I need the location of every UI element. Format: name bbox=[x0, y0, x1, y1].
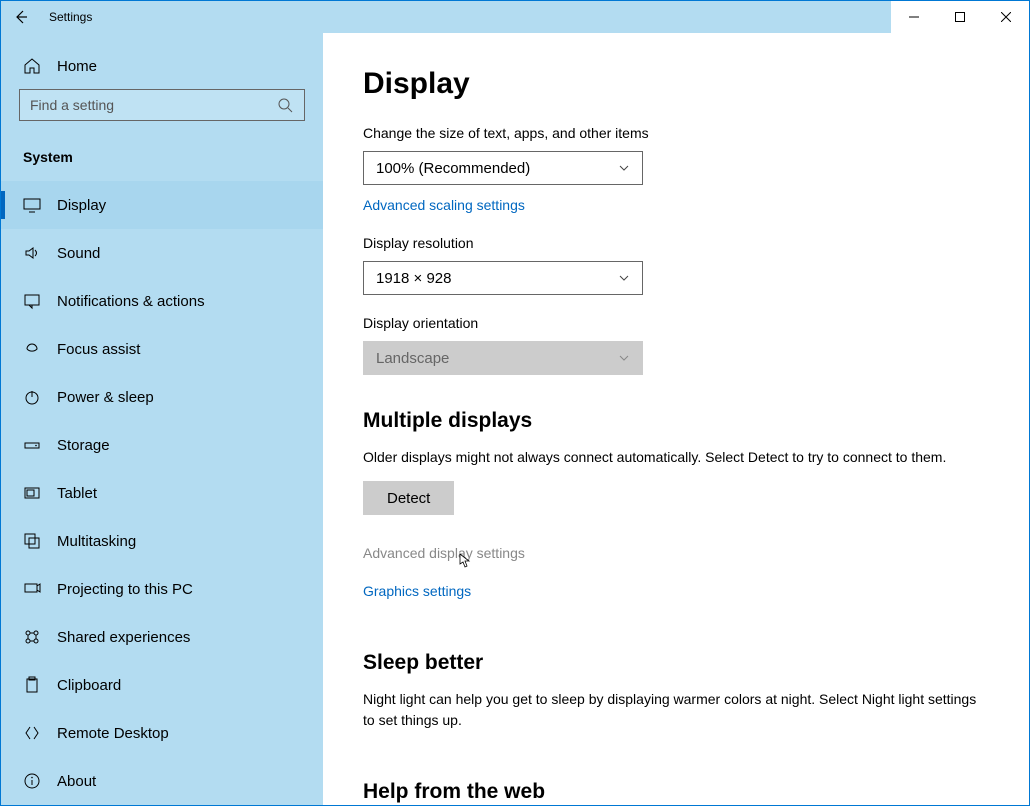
sidebar-item-project[interactable]: Projecting to this PC bbox=[1, 565, 323, 613]
back-button[interactable] bbox=[1, 1, 41, 33]
multitasking-icon bbox=[23, 532, 41, 550]
sidebar-item-label: Multitasking bbox=[57, 533, 136, 550]
sidebar-item-display[interactable]: Display bbox=[1, 181, 323, 229]
storage-icon bbox=[23, 436, 41, 454]
window-controls bbox=[891, 1, 1029, 33]
sidebar-item-label: Storage bbox=[57, 437, 110, 454]
sidebar-item-focus[interactable]: Focus assist bbox=[1, 325, 323, 373]
focus-icon bbox=[23, 340, 41, 358]
home-label: Home bbox=[57, 58, 97, 75]
sidebar-item-label: Display bbox=[57, 197, 106, 214]
chevron-down-icon bbox=[618, 272, 630, 284]
sidebar-item-storage[interactable]: Storage bbox=[1, 421, 323, 469]
clipboard-icon bbox=[23, 676, 41, 694]
sidebar-item-label: Tablet bbox=[57, 485, 97, 502]
minimize-button[interactable] bbox=[891, 1, 937, 33]
notifications-icon bbox=[23, 292, 41, 310]
sidebar-item-remote[interactable]: Remote Desktop bbox=[1, 709, 323, 757]
sleep-better-heading: Sleep better bbox=[363, 651, 989, 675]
close-button[interactable] bbox=[983, 1, 1029, 33]
sidebar-item-label: Shared experiences bbox=[57, 629, 190, 646]
orientation-label: Display orientation bbox=[363, 315, 989, 331]
search-icon bbox=[276, 96, 294, 114]
power-icon bbox=[23, 388, 41, 406]
sidebar-item-power[interactable]: Power & sleep bbox=[1, 373, 323, 421]
multiple-displays-heading: Multiple displays bbox=[363, 409, 989, 433]
sidebar-item-label: Sound bbox=[57, 245, 100, 262]
scale-label: Change the size of text, apps, and other… bbox=[363, 125, 989, 141]
maximize-button[interactable] bbox=[937, 1, 983, 33]
page-title: Display bbox=[363, 67, 989, 101]
display-icon bbox=[23, 196, 41, 214]
resolution-dropdown[interactable]: 1918 × 928 bbox=[363, 261, 643, 295]
category-title: System bbox=[1, 139, 323, 181]
resolution-value: 1918 × 928 bbox=[376, 270, 452, 287]
sidebar-item-notifications[interactable]: Notifications & actions bbox=[1, 277, 323, 325]
graphics-settings-link[interactable]: Graphics settings bbox=[363, 583, 471, 599]
remote-icon bbox=[23, 724, 41, 742]
sidebar-item-tablet[interactable]: Tablet bbox=[1, 469, 323, 517]
tablet-icon bbox=[23, 484, 41, 502]
sidebar-item-label: Power & sleep bbox=[57, 389, 154, 406]
sidebar-item-label: Notifications & actions bbox=[57, 293, 205, 310]
sidebar-item-shared[interactable]: Shared experiences bbox=[1, 613, 323, 661]
sidebar-item-sound[interactable]: Sound bbox=[1, 229, 323, 277]
resolution-label: Display resolution bbox=[363, 235, 989, 251]
advanced-scaling-link[interactable]: Advanced scaling settings bbox=[363, 197, 525, 213]
titlebar: Settings bbox=[1, 1, 1029, 33]
help-heading: Help from the web bbox=[363, 780, 989, 804]
sidebar-item-about[interactable]: About bbox=[1, 757, 323, 805]
project-icon bbox=[23, 580, 41, 598]
home-button[interactable]: Home bbox=[1, 45, 323, 87]
sidebar-item-label: Remote Desktop bbox=[57, 725, 169, 742]
sleep-better-desc: Night light can help you get to sleep by… bbox=[363, 689, 989, 730]
sidebar: Home System Display Sound Notifications & … bbox=[1, 33, 323, 805]
sidebar-item-label: Focus assist bbox=[57, 341, 140, 358]
detect-button[interactable]: Detect bbox=[363, 481, 454, 515]
search-field[interactable] bbox=[30, 97, 276, 113]
advanced-display-link[interactable]: Advanced display settings bbox=[363, 545, 525, 561]
nav-list: Display Sound Notifications & actions Focus… bbox=[1, 181, 323, 805]
search-input[interactable] bbox=[19, 89, 305, 121]
sound-icon bbox=[23, 244, 41, 262]
chevron-down-icon bbox=[618, 352, 630, 364]
about-icon bbox=[23, 772, 41, 790]
sidebar-item-label: About bbox=[57, 773, 96, 790]
orientation-value: Landscape bbox=[376, 350, 449, 367]
orientation-dropdown: Landscape bbox=[363, 341, 643, 375]
chevron-down-icon bbox=[618, 162, 630, 174]
scale-dropdown[interactable]: 100% (Recommended) bbox=[363, 151, 643, 185]
shared-icon bbox=[23, 628, 41, 646]
multiple-displays-desc: Older displays might not always connect … bbox=[363, 447, 989, 467]
home-icon bbox=[23, 57, 41, 75]
sidebar-item-label: Projecting to this PC bbox=[57, 581, 193, 598]
window-title: Settings bbox=[41, 10, 92, 24]
sidebar-item-label: Clipboard bbox=[57, 677, 121, 694]
content: Display Change the size of text, apps, a… bbox=[323, 33, 1029, 805]
sidebar-item-clipboard[interactable]: Clipboard bbox=[1, 661, 323, 709]
scale-value: 100% (Recommended) bbox=[376, 160, 530, 177]
sidebar-item-multitasking[interactable]: Multitasking bbox=[1, 517, 323, 565]
